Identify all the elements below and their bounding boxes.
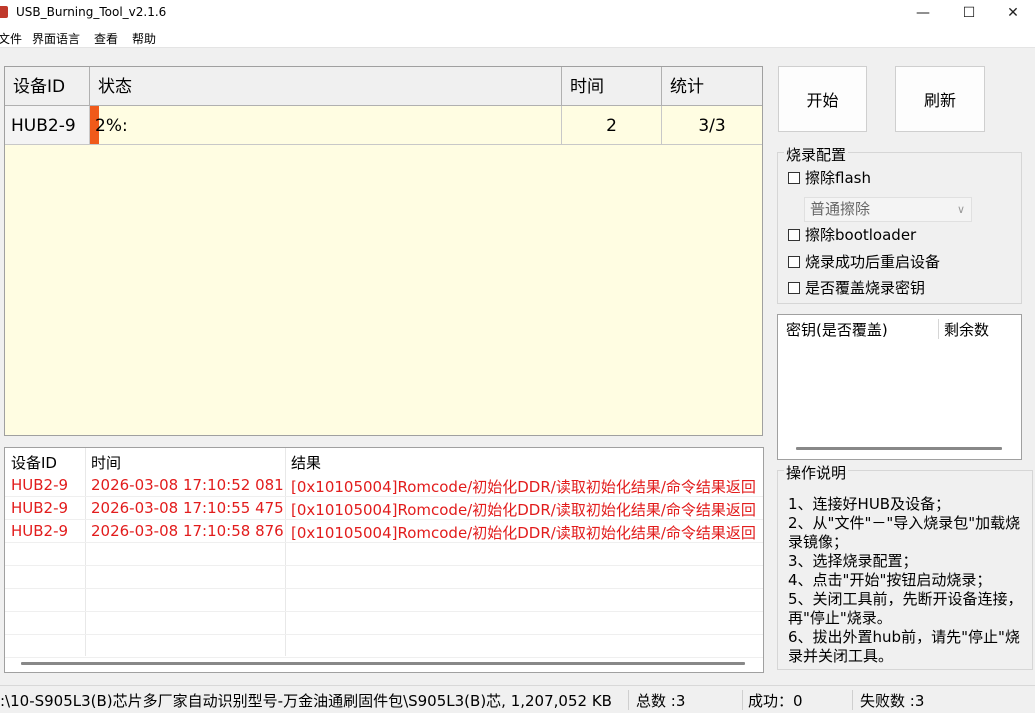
overwrite-key-checkbox[interactable] <box>788 281 800 294</box>
menu-language[interactable]: 界面语言 <box>32 30 80 47</box>
header-time: 时间 <box>562 67 662 106</box>
log-row-empty <box>5 612 763 635</box>
log-result: [0x10105004]Romcode/初始化DDR/读取初始化结果/命令结果返… <box>291 524 756 542</box>
overwrite-key-label: 是否覆盖烧录密钥 <box>805 279 926 297</box>
stats-cell: 3/3 <box>698 116 726 136</box>
log-result: [0x10105004]Romcode/初始化DDR/读取初始化结果/命令结果返… <box>291 501 756 519</box>
status-success: 成功：0 <box>748 692 803 710</box>
erase-flash-checkbox[interactable] <box>788 171 800 184</box>
device-grid-header: 设备ID 状态 时间 统计 <box>5 67 762 106</box>
log-horizontal-scrollbar[interactable] <box>21 662 745 665</box>
erase-bootloader-checkbox[interactable] <box>788 228 800 241</box>
log-row-empty <box>5 543 763 566</box>
device-grid: 设备ID 状态 时间 统计 HUB2-9 2%: 2 3/3 <box>4 66 763 436</box>
log-header-result: 结果 <box>291 454 322 472</box>
reboot-after-option[interactable]: 烧录成功后重启设备 <box>788 251 940 272</box>
instructions-title: 操作说明 <box>784 462 849 483</box>
status-bar: :\10-S905L3(B)芯片多厂家自动识别型号-万金油通刷固件包\S905L… <box>0 685 1035 713</box>
log-row-empty <box>5 589 763 612</box>
menu-help[interactable]: 帮助 <box>132 30 156 47</box>
log-time: 2026-03-08 17:10:55 475 <box>91 499 284 517</box>
header-device-id: 设备ID <box>5 67 90 106</box>
instructions-group: 操作说明 1、连接好HUB及设备； 2、从"文件"－"导入烧录包"加载烧录镜像；… <box>777 462 1033 670</box>
instructions-text: 1、连接好HUB及设备； 2、从"文件"－"导入烧录包"加载烧录镜像； 3、选择… <box>788 495 1023 665</box>
log-header: 设备ID 时间 结果 <box>5 448 763 474</box>
header-status: 状态 <box>90 67 562 106</box>
overwrite-key-option[interactable]: 是否覆盖烧录密钥 <box>788 277 925 298</box>
close-button[interactable]: ✕ <box>990 0 1035 26</box>
status-failed: 失败数 :3 <box>860 692 925 710</box>
erase-mode-select[interactable]: 普通擦除 ∨ <box>804 197 972 222</box>
log-row-empty <box>5 635 763 658</box>
erase-bootloader-label: 擦除bootloader <box>805 226 917 244</box>
menu-view[interactable]: 查看 <box>94 30 118 47</box>
log-table: 设备ID 时间 结果 HUB2-9 2026-03-08 17:10:52 08… <box>4 447 764 673</box>
chevron-down-icon: ∨ <box>956 203 965 216</box>
erase-flash-option[interactable]: 擦除flash <box>788 167 871 188</box>
erase-flash-label: 擦除flash <box>805 169 871 187</box>
start-button[interactable]: 开始 <box>778 66 867 132</box>
burn-config-title: 烧录配置 <box>784 144 849 165</box>
key-list: 密钥(是否覆盖) 剩余数 <box>777 314 1022 460</box>
title-bar: USB_Burning_Tool_v2.1.6 — ☐ ✕ <box>0 0 1035 26</box>
log-row-empty <box>5 566 763 589</box>
minimize-button[interactable]: — <box>900 0 946 26</box>
burn-config-group: 烧录配置 擦除flash 普通擦除 ∨ 擦除bootloader 烧录成功后重启… <box>777 144 1022 304</box>
reboot-after-label: 烧录成功后重启设备 <box>805 253 941 271</box>
key-list-header-remaining: 剩余数 <box>944 321 990 339</box>
log-header-device-id: 设备ID <box>11 454 57 472</box>
erase-mode-value: 普通擦除 <box>810 200 871 218</box>
log-device-id: HUB2-9 <box>11 499 69 517</box>
key-list-header-key: 密钥(是否覆盖) <box>786 321 888 339</box>
device-row[interactable]: HUB2-9 2%: 2 3/3 <box>5 106 762 145</box>
window-title: USB_Burning_Tool_v2.1.6 <box>16 5 167 19</box>
log-device-id: HUB2-9 <box>11 522 69 540</box>
log-header-time: 时间 <box>91 454 122 472</box>
log-row[interactable]: HUB2-9 2026-03-08 17:10:55 475 [0x101050… <box>5 497 763 520</box>
log-time: 2026-03-08 17:10:52 081 <box>91 476 284 494</box>
menu-file[interactable]: 文件 <box>0 30 22 47</box>
log-time: 2026-03-08 17:10:58 876 <box>91 522 284 540</box>
status-file-path: :\10-S905L3(B)芯片多厂家自动识别型号-万金油通刷固件包\S905L… <box>0 692 612 710</box>
refresh-button[interactable]: 刷新 <box>895 66 985 132</box>
log-row[interactable]: HUB2-9 2026-03-08 17:10:58 876 [0x101050… <box>5 520 763 543</box>
time-cell: 2 <box>562 106 662 144</box>
reboot-after-checkbox[interactable] <box>788 255 800 268</box>
log-device-id: HUB2-9 <box>11 476 69 494</box>
menu-bar: 文件 界面语言 查看 帮助 <box>0 26 1035 48</box>
device-id-cell: HUB2-9 <box>5 106 90 144</box>
maximize-button[interactable]: ☐ <box>946 0 992 26</box>
status-cell: 2%: <box>90 106 562 144</box>
app-icon <box>0 6 8 18</box>
header-stats: 统计 <box>670 77 704 97</box>
erase-bootloader-option[interactable]: 擦除bootloader <box>788 224 916 245</box>
status-total: 总数 :3 <box>636 692 686 710</box>
key-list-scrollbar[interactable] <box>796 447 1002 450</box>
log-result: [0x10105004]Romcode/初始化DDR/读取初始化结果/命令结果返… <box>291 478 756 496</box>
log-row[interactable]: HUB2-9 2026-03-08 17:10:52 081 [0x101050… <box>5 474 763 497</box>
